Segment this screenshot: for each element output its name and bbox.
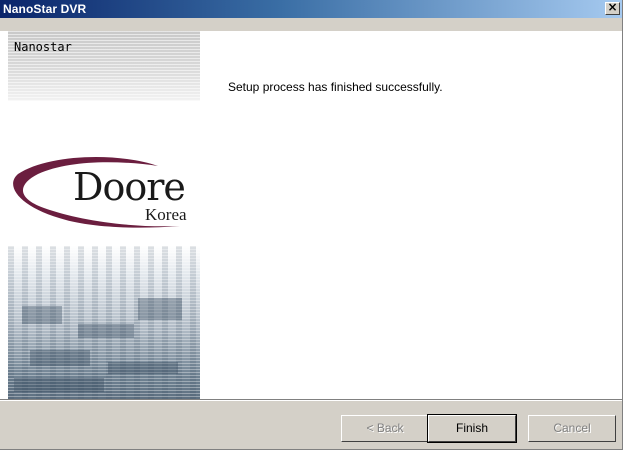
close-icon: × — [607, 0, 618, 14]
button-separator — [0, 399, 622, 401]
completion-message: Setup process has finished successfully. — [228, 80, 443, 94]
logo-brand-text: Doore — [73, 165, 186, 209]
title-bar[interactable]: NanoStar DVR × — [0, 0, 622, 18]
finish-button[interactable]: Finish — [427, 414, 517, 443]
doore-logo: Doore Korea — [8, 156, 200, 236]
close-button[interactable]: × — [605, 0, 620, 15]
side-panel-header: Nanostar — [8, 31, 200, 101]
side-panel: Nanostar Doore Korea — [8, 31, 200, 400]
window-title: NanoStar DVR — [3, 2, 87, 16]
side-panel-circuit-image — [8, 246, 200, 400]
back-button[interactable]: < Back — [341, 415, 429, 442]
side-panel-header-label: Nanostar — [14, 40, 72, 54]
setup-window: NanoStar DVR × Nanostar Doore Korea Setu… — [0, 0, 623, 450]
cancel-button[interactable]: Cancel — [528, 415, 616, 442]
logo-subtitle-text: Korea — [145, 205, 187, 224]
